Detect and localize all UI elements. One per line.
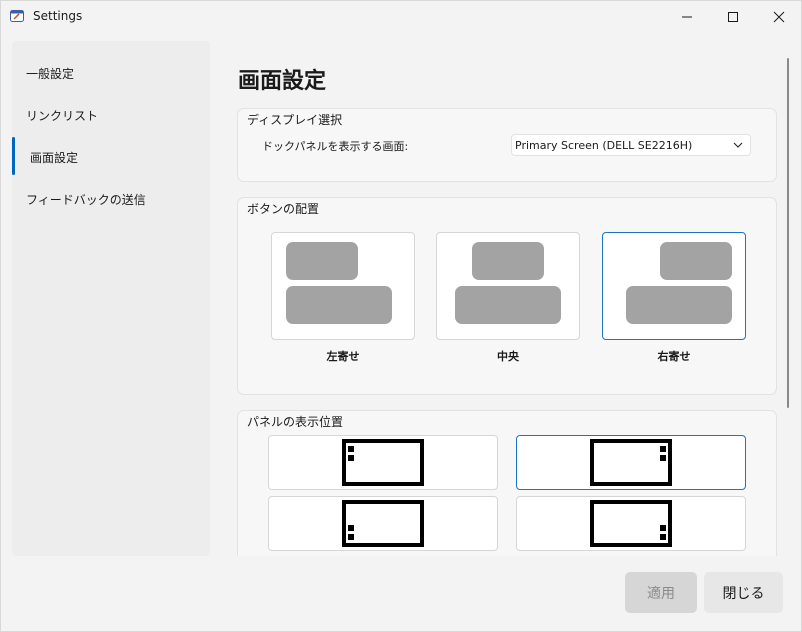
close-button[interactable]: 閉じる bbox=[704, 572, 783, 613]
sidebar-item-label: リンクリスト bbox=[26, 108, 99, 123]
align-left-label: 左寄せ bbox=[326, 350, 360, 363]
maximize-icon bbox=[728, 12, 738, 22]
preview-block bbox=[472, 242, 544, 280]
minimize-icon bbox=[682, 16, 692, 18]
app-icon bbox=[10, 10, 24, 22]
preview-block bbox=[286, 286, 392, 324]
settings-window: Settings 一般設定 リンクリスト 画面設定 フィードバックの送信 画面設… bbox=[0, 0, 802, 632]
button-alignment-card: ボタンの配置 左寄せ 中央 右寄せ bbox=[237, 197, 777, 395]
align-left-option[interactable] bbox=[271, 232, 415, 340]
card-title: ボタンの配置 bbox=[247, 202, 320, 216]
preview-block bbox=[626, 286, 732, 324]
screen-select-value: Primary Screen (DELL SE2216H) bbox=[515, 138, 693, 152]
dock-screen-label: ドックパネルを表示する画面: bbox=[262, 140, 409, 153]
align-right-option[interactable] bbox=[602, 232, 746, 340]
scrollbar[interactable] bbox=[787, 58, 789, 408]
preview-block bbox=[660, 242, 732, 280]
sidebar-item-label: フィードバックの送信 bbox=[26, 192, 146, 207]
close-icon bbox=[773, 11, 785, 23]
position-bottom-right-option[interactable] bbox=[516, 496, 746, 551]
card-title: ディスプレイ選択 bbox=[247, 113, 343, 127]
close-window-button[interactable] bbox=[756, 1, 802, 33]
window-title: Settings bbox=[33, 9, 83, 23]
title-bar: Settings bbox=[1, 1, 801, 33]
sidebar-item-label: 画面設定 bbox=[30, 150, 79, 165]
page-title: 画面設定 bbox=[238, 69, 327, 94]
position-top-right-option[interactable] bbox=[516, 435, 746, 490]
sidebar: 一般設定 リンクリスト 画面設定 フィードバックの送信 bbox=[12, 41, 210, 556]
position-card-viewport: パネルの表示位置 bbox=[237, 410, 779, 556]
monitor-icon bbox=[342, 439, 424, 486]
sidebar-item-general[interactable]: 一般設定 bbox=[12, 55, 210, 91]
align-right-label: 右寄せ bbox=[657, 350, 691, 363]
panel-position-card: パネルの表示位置 bbox=[237, 410, 777, 556]
monitor-icon bbox=[590, 500, 672, 547]
active-indicator bbox=[12, 137, 15, 175]
chevron-down-icon bbox=[733, 142, 743, 148]
minimize-button[interactable] bbox=[664, 1, 710, 33]
preview-block bbox=[286, 242, 358, 280]
position-top-left-option[interactable] bbox=[268, 435, 498, 490]
card-title: パネルの表示位置 bbox=[247, 415, 344, 429]
align-center-option[interactable] bbox=[436, 232, 580, 340]
sidebar-item-display[interactable]: 画面設定 bbox=[12, 137, 210, 175]
sidebar-item-feedback[interactable]: フィードバックの送信 bbox=[12, 181, 210, 217]
monitor-icon bbox=[342, 500, 424, 547]
monitor-icon bbox=[590, 439, 672, 486]
sidebar-item-link-list[interactable]: リンクリスト bbox=[12, 97, 210, 133]
position-bottom-left-option[interactable] bbox=[268, 496, 498, 551]
sidebar-item-label: 一般設定 bbox=[26, 66, 75, 81]
preview-block bbox=[455, 286, 561, 324]
apply-button[interactable]: 適用 bbox=[625, 572, 697, 613]
screen-select[interactable]: Primary Screen (DELL SE2216H) bbox=[511, 134, 751, 156]
maximize-button[interactable] bbox=[710, 1, 756, 33]
display-selection-card: ディスプレイ選択 ドックパネルを表示する画面: Primary Screen (… bbox=[237, 108, 777, 182]
align-center-label: 中央 bbox=[497, 350, 519, 363]
